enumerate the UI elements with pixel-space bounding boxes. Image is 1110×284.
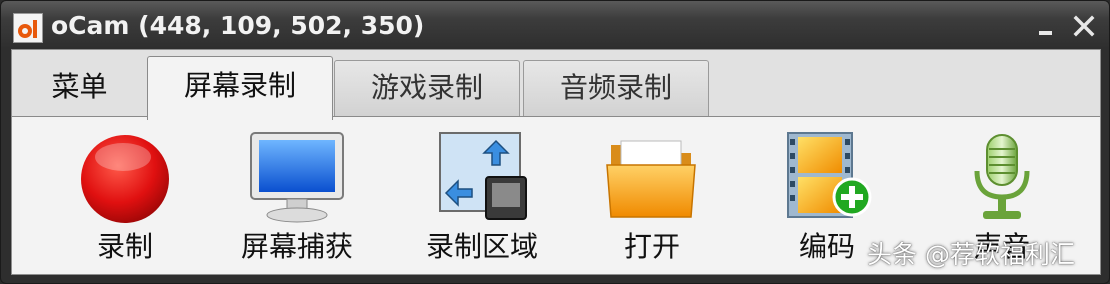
- open-label: 打开: [623, 230, 680, 263]
- tab-game-record[interactable]: 游戏录制: [334, 60, 520, 116]
- record-icon: [81, 135, 169, 223]
- close-button[interactable]: [1069, 11, 1099, 41]
- screen-capture-button[interactable]: 屏幕捕获: [217, 117, 377, 275]
- region-icon: [439, 132, 527, 220]
- record-region-label: 录制区域: [425, 230, 538, 263]
- close-icon: [1073, 15, 1095, 37]
- minimize-button[interactable]: [1031, 11, 1061, 41]
- ocam-app-icon[interactable]: [13, 13, 43, 43]
- tab-screen-record[interactable]: 屏幕录制: [147, 56, 333, 120]
- film-add-icon: [787, 132, 872, 218]
- watermark-text: 头条 @荐软福利汇: [867, 240, 1075, 269]
- minimize-icon: [1039, 31, 1052, 35]
- microphone-icon: [974, 134, 1030, 219]
- tab-audio-record[interactable]: 音频录制: [523, 60, 709, 116]
- folder-icon: [606, 140, 696, 218]
- record-region-button[interactable]: 录制区域: [402, 117, 562, 275]
- monitor-icon: [250, 132, 344, 223]
- ocam-window: oCam (448, 109, 502, 350) 菜单 屏幕录制 游戏录制 音…: [0, 0, 1110, 284]
- open-button[interactable]: 打开: [577, 117, 727, 275]
- window-title: oCam (448, 109, 502, 350): [51, 11, 425, 40]
- screen-capture-label: 屏幕捕获: [240, 230, 353, 263]
- tab-menu[interactable]: 菜单: [12, 58, 147, 118]
- title-bar[interactable]: oCam (448, 109, 502, 350): [1, 1, 1110, 51]
- record-label: 录制: [96, 230, 153, 263]
- record-button[interactable]: 录制: [50, 117, 200, 275]
